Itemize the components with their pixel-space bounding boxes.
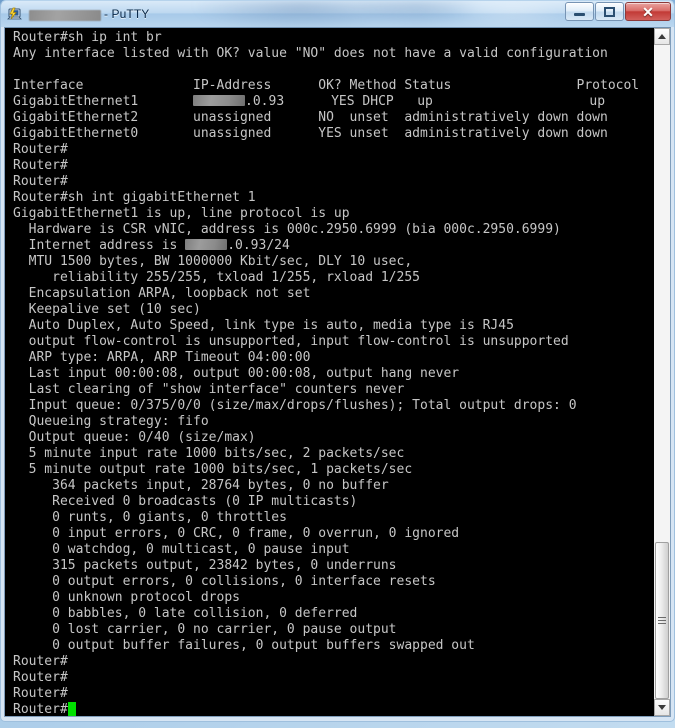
terminal-line: 364 packets input, 28764 bytes, 0 no buf… (13, 478, 389, 493)
terminal-line: Encapsulation ARPA, loopback not set (13, 286, 311, 301)
window-titlebar[interactable]: - PuTTY ✕ (0, 0, 675, 27)
redacted-hostname (29, 9, 101, 21)
terminal-line: reliability 255/255, txload 1/255, rxloa… (13, 270, 420, 285)
terminal-line: MTU 1500 bytes, BW 1000000 Kbit/sec, DLY… (13, 254, 413, 269)
terminal-line: GigabitEthernet1 is up, line protocol is… (13, 206, 350, 221)
terminal-line: Router#sh int gigabitEthernet 1 (13, 190, 256, 205)
terminal-line: Router# (13, 142, 68, 157)
terminal-cursor (67, 702, 76, 716)
terminal-line: Any interface listed with OK? value "NO"… (13, 46, 608, 61)
terminal-line: Input queue: 0/375/0/0 (size/max/drops/f… (13, 398, 577, 413)
terminal-line: 0 watchdog, 0 multicast, 0 pause input (13, 542, 350, 557)
terminal-line: Internet address is .0.93/24 (13, 238, 290, 253)
terminal-line: Router# (13, 654, 68, 669)
window-controls: ✕ (565, 2, 671, 21)
scrollbar-thumb[interactable] (655, 542, 669, 699)
terminal-line: GigabitEthernet2 unassigned NO unset adm… (13, 110, 608, 125)
terminal-line: Router# (13, 686, 68, 701)
grip-icon (658, 617, 666, 624)
terminal-line: 0 output buffer failures, 0 output buffe… (13, 638, 475, 653)
terminal-line: Interface IP-Address OK? Method Status P… (13, 78, 640, 93)
terminal-scrollbar[interactable] (653, 28, 670, 716)
minimize-icon (574, 13, 585, 16)
redacted-ip-address (185, 239, 228, 250)
terminal-line: output flow-control is unsupported, inpu… (13, 334, 569, 349)
terminal-line: Router# (13, 174, 68, 189)
chevron-up-icon (658, 34, 666, 39)
terminal-line: 0 runts, 0 giants, 0 throttles (13, 510, 287, 525)
terminal-line: ARP type: ARPA, ARP Timeout 04:00:00 (13, 350, 311, 365)
terminal-line: 0 babbles, 0 late collision, 0 deferred (13, 606, 358, 621)
terminal-line: Received 0 broadcasts (0 IP multicasts) (13, 494, 358, 509)
terminal-line: GigabitEthernet0 unassigned YES unset ad… (13, 126, 608, 141)
terminal-line: Router# (6, 702, 653, 716)
window-body: Router#sh ip int br Any interface listed … (0, 27, 675, 722)
terminal-line: Last input 00:00:08, output 00:00:08, ou… (13, 366, 460, 381)
restore-icon (604, 6, 615, 17)
terminal-line: 0 unknown protocol drops (13, 590, 240, 605)
terminal-client-area: Router#sh ip int br Any interface listed … (4, 27, 671, 717)
terminal-line: Output queue: 0/40 (size/max) (13, 430, 256, 445)
terminal-line: Hardware is CSR vNIC, address is 000c.29… (13, 222, 561, 237)
terminal-line: Router# (13, 158, 68, 173)
terminal-line: GigabitEthernet1 .0.93 YES DHCP up up (13, 94, 606, 109)
terminal-line: 5 minute input rate 1000 bits/sec, 2 pac… (13, 446, 405, 461)
chevron-down-icon (658, 705, 666, 710)
terminal-line: 0 input errors, 0 CRC, 0 frame, 0 overru… (13, 526, 460, 541)
putty-window: - PuTTY ✕ Router#sh ip int br Any interfa… (0, 0, 675, 722)
terminal-line: Keepalive set (10 sec) (13, 302, 201, 317)
maximize-button[interactable] (595, 2, 624, 21)
terminal-line: 0 output errors, 0 collisions, 0 interfa… (13, 574, 436, 589)
window-title-suffix: - PuTTY (104, 7, 150, 21)
terminal-line: Auto Duplex, Auto Speed, link type is au… (13, 318, 514, 333)
terminal-line: Last clearing of "show interface" counte… (13, 382, 405, 397)
minimize-button[interactable] (565, 2, 594, 21)
scrollbar-up-button[interactable] (654, 28, 670, 45)
terminal-line: Router# (13, 670, 68, 685)
window-title: - PuTTY (29, 7, 149, 21)
redacted-ip-address (193, 95, 246, 106)
putty-app-icon (7, 6, 24, 23)
terminal-line: 0 lost carrier, 0 no carrier, 0 pause ou… (13, 622, 397, 637)
terminal-line: Router#sh ip int br (13, 30, 162, 45)
terminal-line: 5 minute output rate 1000 bits/sec, 1 pa… (13, 462, 413, 477)
scrollbar-down-button[interactable] (654, 699, 670, 716)
scrollbar-track[interactable] (654, 45, 670, 699)
close-button[interactable]: ✕ (625, 2, 671, 21)
terminal-line: 315 packets output, 23842 bytes, 0 under… (13, 558, 397, 573)
terminal-output[interactable]: Router#sh ip int br Any interface listed … (5, 28, 653, 716)
close-icon: ✕ (642, 3, 654, 20)
terminal-line: Queueing strategy: fifo (13, 414, 209, 429)
